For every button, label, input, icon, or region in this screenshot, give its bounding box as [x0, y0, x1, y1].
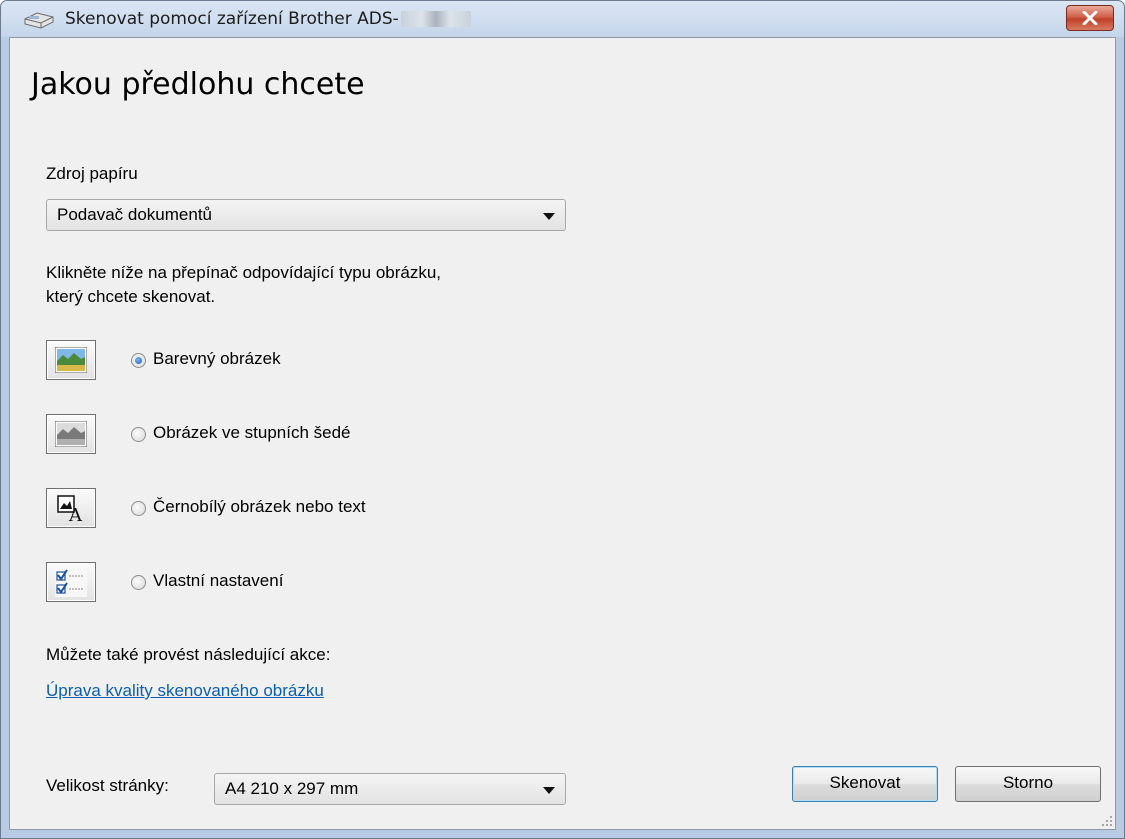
option-label-black-white[interactable]: Černobílý obrázek nebo text: [153, 497, 366, 517]
page-size-value: A4 210 x 297 mm: [225, 779, 359, 798]
page-size-label: Velikost stránky:: [46, 776, 169, 795]
paper-source-value: Podavač dokumentů: [57, 205, 212, 224]
option-label-color[interactable]: Barevný obrázek: [153, 349, 281, 369]
option-label-grayscale[interactable]: Obrázek ve stupních šedé: [153, 423, 351, 443]
cancel-button[interactable]: Storno: [955, 766, 1101, 802]
paper-source-dropdown[interactable]: Podavač dokumentů: [46, 199, 566, 231]
window-title: Skenovat pomocí zařízení Brother ADS-: [65, 9, 471, 29]
option-label-custom[interactable]: Vlastní nastavení: [153, 571, 283, 591]
grayscale-picture-button[interactable]: [46, 414, 96, 454]
custom-settings-button[interactable]: [46, 562, 96, 602]
instruction-text-line1: Klikněte níže na přepínač odpovídající t…: [46, 263, 442, 282]
radio-custom-settings[interactable]: [131, 575, 146, 590]
grayscale-picture-icon: [55, 421, 87, 447]
page-size-dropdown[interactable]: A4 210 x 297 mm: [214, 773, 566, 805]
instruction-text-line2: který chcete skenovat.: [46, 287, 216, 306]
custom-settings-icon: [55, 569, 87, 597]
close-icon: [1082, 11, 1098, 25]
radio-grayscale-picture[interactable]: [131, 427, 146, 442]
color-picture-button[interactable]: [46, 340, 96, 380]
scan-dialog-window: Skenovat pomocí zařízení Brother ADS-: [0, 0, 1125, 839]
scanner-icon: [24, 12, 54, 29]
color-picture-icon: [55, 347, 87, 373]
black-white-button[interactable]: A: [46, 488, 96, 528]
close-button[interactable]: [1066, 5, 1114, 31]
black-white-text-icon: A: [57, 495, 83, 523]
scan-button[interactable]: Skenovat: [792, 766, 938, 802]
chevron-down-icon: [543, 787, 555, 794]
page-title: Jakou předlohu chcete: [31, 67, 365, 102]
radio-black-white[interactable]: [131, 501, 146, 516]
also-actions-label: Můžete také provést následující akce:: [46, 645, 331, 664]
title-bar[interactable]: Skenovat pomocí zařízení Brother ADS-: [1, 1, 1124, 37]
svg-text:A: A: [68, 505, 83, 523]
paper-source-label: Zdroj papíru: [46, 164, 138, 183]
resize-grip-icon[interactable]: [1101, 815, 1113, 827]
adjust-quality-link[interactable]: Úprava kvality skenovaného obrázku: [46, 681, 324, 701]
redacted-model: [400, 11, 471, 27]
radio-color-picture[interactable]: [131, 353, 146, 368]
chevron-down-icon: [543, 213, 555, 220]
